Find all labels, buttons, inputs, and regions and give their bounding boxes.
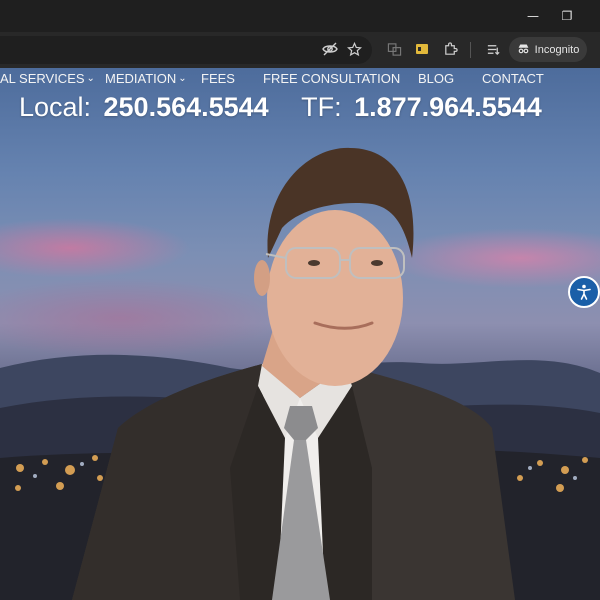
star-bookmark-icon[interactable] <box>342 37 366 61</box>
nav-item-fees[interactable]: FEES <box>201 71 235 86</box>
phone-numbers: Local: 250.564.5544 TF: 1.877.964.5544 <box>19 92 542 123</box>
incognito-icon <box>517 42 530 58</box>
tollfree-phone-number[interactable]: 1.877.964.5544 <box>354 92 542 122</box>
minimize-button[interactable]: — <box>514 0 552 32</box>
extension-yellow-icon[interactable] <box>410 37 434 61</box>
reading-list-icon[interactable] <box>481 37 505 61</box>
nav-item-free-consultation[interactable]: FREE CONSULTATION <box>263 71 400 86</box>
restore-button[interactable]: ❐ <box>548 0 586 32</box>
chevron-down-icon: ⌄ <box>178 73 187 84</box>
incognito-profile-button[interactable]: Incognito <box>509 37 587 62</box>
attorney-portrait <box>72 147 515 600</box>
chevron-down-icon: ⌄ <box>86 73 95 84</box>
nav-item-mediation[interactable]: MEDIATION ⌄ <box>105 71 187 86</box>
translate-icon[interactable] <box>382 37 406 61</box>
address-bar[interactable] <box>0 36 372 64</box>
incognito-label: Incognito <box>534 43 580 56</box>
eye-off-icon[interactable] <box>318 37 342 61</box>
nav-item-blog[interactable]: BLOG <box>418 71 454 86</box>
accessibility-person-icon <box>577 284 591 300</box>
nav-item-legal-services[interactable]: AL SERVICES ⌄ <box>0 71 95 86</box>
puzzle-extensions-icon[interactable] <box>438 37 462 61</box>
hero-section: AL SERVICES ⌄ MEDIATION ⌄ FEES FREE CONSUL… <box>0 68 600 600</box>
browser-title-bar: — ❐ <box>0 0 600 32</box>
local-phone-number[interactable]: 250.564.5544 <box>104 92 269 122</box>
main-navigation: AL SERVICES ⌄ MEDIATION ⌄ FEES FREE CONSUL… <box>0 71 600 91</box>
toolbar-separator <box>470 42 471 58</box>
local-phone-label: Local: <box>19 92 92 122</box>
nav-item-contact[interactable]: CONTACT <box>482 71 544 86</box>
tollfree-phone-label: TF: <box>301 92 342 122</box>
accessibility-button[interactable] <box>568 276 600 308</box>
